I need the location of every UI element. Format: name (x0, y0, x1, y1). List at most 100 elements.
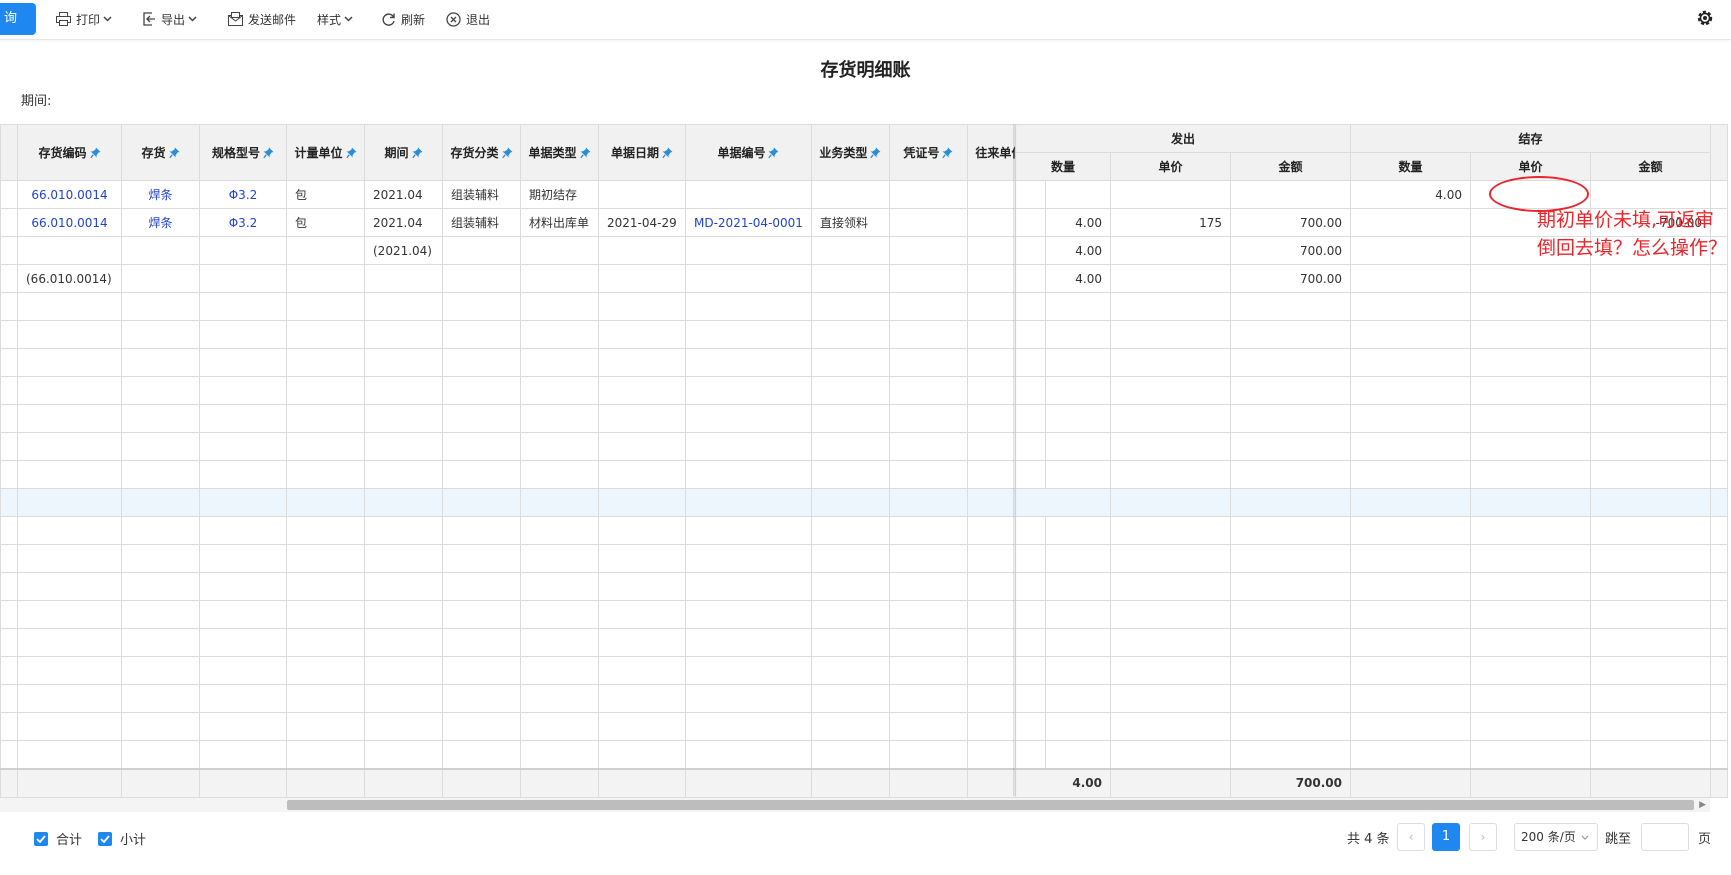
table-cell (286, 404, 365, 433)
table-row[interactable] (0, 628, 1046, 657)
table-row[interactable] (1015, 712, 1728, 741)
table-cell (598, 432, 686, 461)
table-row[interactable] (1015, 488, 1728, 517)
export-button[interactable]: 导出 (142, 9, 197, 29)
prev-page-button[interactable]: ‹ (1397, 823, 1425, 851)
table-row[interactable]: 4.00 700.00 (1015, 264, 1728, 293)
table-row[interactable] (0, 432, 1046, 461)
table-row[interactable] (1015, 376, 1728, 405)
column-header[interactable]: 存货 (121, 124, 200, 181)
exit-button[interactable]: 退出 (446, 9, 490, 29)
query-button[interactable]: 询 (0, 3, 36, 35)
table-cell[interactable]: 66.010.0014 (17, 208, 122, 237)
table-row[interactable] (0, 488, 1046, 517)
total-checkbox[interactable]: 合计 (34, 829, 82, 848)
pin-icon[interactable] (501, 147, 513, 159)
column-header[interactable]: 数量 (1350, 152, 1471, 181)
table-cell[interactable]: 焊条 (121, 208, 200, 237)
table-row[interactable] (0, 712, 1046, 741)
jump-page-input[interactable] (1641, 823, 1689, 851)
column-header[interactable]: 金额 (1590, 152, 1711, 181)
page-size-select[interactable]: 200 条/页 (1514, 823, 1598, 851)
table-row[interactable] (0, 740, 1046, 769)
column-header[interactable]: 金额 (1230, 152, 1351, 181)
table-cell[interactable] (685, 180, 812, 209)
send-email-button[interactable]: 发送邮件 (228, 9, 296, 29)
column-header[interactable]: 期间 (364, 124, 443, 181)
table-row[interactable] (0, 348, 1046, 377)
table-row[interactable] (1015, 656, 1728, 685)
column-header[interactable]: 业务类型 (810, 124, 890, 181)
table-row[interactable] (0, 572, 1046, 601)
table-row[interactable]: (66.010.0014) (0, 264, 1046, 293)
column-header[interactable]: 数量 (1015, 152, 1111, 181)
column-header[interactable]: 存货分类 (442, 124, 521, 181)
table-row[interactable] (1015, 292, 1728, 321)
table-row[interactable] (1015, 600, 1728, 629)
pin-icon[interactable] (662, 147, 673, 159)
column-header[interactable]: 计量单位 (286, 124, 365, 181)
column-header[interactable]: 凭证号 (888, 124, 968, 181)
table-cell[interactable]: MD-2021-04-0001 (685, 208, 812, 237)
table-row[interactable] (1015, 348, 1728, 377)
pin-icon[interactable] (768, 147, 779, 159)
table-row[interactable]: 4.00 (1015, 180, 1728, 209)
table-row[interactable] (1015, 432, 1728, 461)
gear-icon[interactable] (1695, 8, 1715, 28)
column-header[interactable]: 规格型号 (199, 124, 287, 181)
pin-icon[interactable] (579, 147, 591, 159)
pin-icon[interactable] (89, 147, 101, 159)
column-header[interactable]: 单价 (1110, 152, 1231, 181)
column-header[interactable]: 单据日期 (598, 124, 686, 181)
pin-icon[interactable] (870, 147, 881, 159)
table-row[interactable] (1015, 404, 1728, 433)
table-row[interactable] (1015, 684, 1728, 713)
table-cell[interactable]: 66.010.0014 (17, 180, 122, 209)
pin-icon[interactable] (942, 147, 953, 159)
page-1-button[interactable]: 1 (1432, 823, 1460, 851)
table-row[interactable] (0, 404, 1046, 433)
table-row[interactable] (1015, 544, 1728, 573)
table-row[interactable] (0, 460, 1046, 489)
table-row[interactable] (0, 376, 1046, 405)
column-header[interactable]: 单据编号 (685, 124, 812, 181)
table-row[interactable] (1015, 740, 1728, 769)
table-row[interactable]: 66.010.0014 焊条 Φ3.2 包 2021.04 组装辅料 期初结存 (0, 180, 1046, 209)
table-row[interactable] (0, 320, 1046, 349)
table-cell (17, 712, 122, 741)
horizontal-scrollbar[interactable]: ▶ (0, 798, 1710, 812)
table-cell[interactable]: Φ3.2 (199, 208, 287, 237)
column-header[interactable]: 单据类型 (520, 124, 599, 181)
style-button[interactable]: 样式 (317, 9, 353, 29)
table-cell[interactable]: 焊条 (121, 180, 200, 209)
table-cell[interactable]: Φ3.2 (199, 180, 287, 209)
scroll-right-arrow-icon[interactable]: ▶ (1699, 800, 1706, 810)
table-row[interactable] (0, 684, 1046, 713)
table-row[interactable] (1015, 572, 1728, 601)
pin-icon[interactable] (168, 147, 180, 159)
scrollbar-thumb[interactable] (287, 800, 1694, 810)
next-page-button[interactable]: › (1469, 823, 1497, 851)
subtotal-checkbox[interactable]: 小计 (98, 829, 146, 848)
table-cell (199, 432, 287, 461)
pin-icon[interactable] (411, 147, 423, 159)
table-row[interactable] (1015, 460, 1728, 489)
table-row[interactable]: (2021.04) (0, 236, 1046, 265)
table-cell (1230, 292, 1351, 321)
table-row[interactable] (0, 656, 1046, 685)
table-row[interactable] (0, 292, 1046, 321)
table-row[interactable] (1015, 628, 1728, 657)
table-cell (121, 292, 200, 321)
table-row[interactable] (0, 544, 1046, 573)
pin-icon[interactable] (345, 147, 357, 159)
table-row[interactable] (1015, 516, 1728, 545)
table-row[interactable]: 66.010.0014 焊条 Φ3.2 包 2021.04 组装辅料 材料出库单 2021-0… (0, 208, 1046, 237)
column-header[interactable]: 存货编码 (17, 124, 122, 181)
refresh-button[interactable]: 刷新 (381, 9, 425, 29)
table-cell (1110, 348, 1231, 377)
table-row[interactable] (0, 516, 1046, 545)
print-button[interactable]: 打印 (56, 9, 112, 29)
table-row[interactable] (1015, 320, 1728, 349)
table-row[interactable] (0, 600, 1046, 629)
pin-icon[interactable] (263, 147, 274, 159)
